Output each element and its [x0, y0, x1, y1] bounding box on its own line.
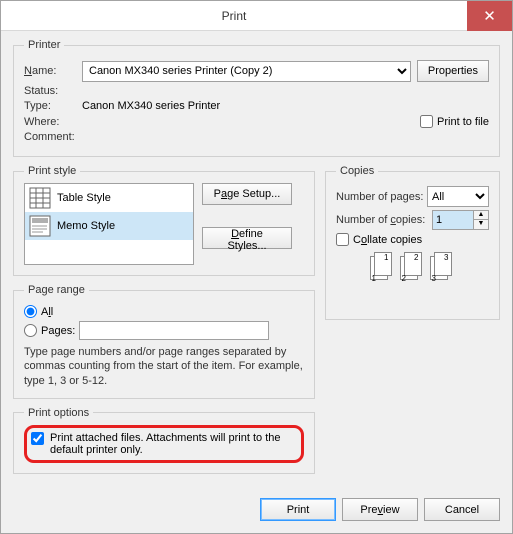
printer-legend: Printer	[24, 39, 64, 51]
type-value: Canon MX340 series Printer	[82, 100, 220, 112]
printer-name-select[interactable]: Canon MX340 series Printer (Copy 2)	[82, 61, 411, 82]
print-to-file-checkbox[interactable]	[420, 115, 433, 128]
page-range-legend: Page range	[24, 284, 89, 296]
titlebar: Print ✕	[1, 1, 512, 31]
print-dialog: Print ✕ Printer NName:ame: Canon MX340 s…	[0, 0, 513, 534]
printer-group: Printer NName:ame: Canon MX340 series Pr…	[13, 39, 500, 157]
where-label: Where:	[24, 116, 82, 128]
print-to-file-check[interactable]: Print to file	[420, 115, 489, 128]
spin-up-icon[interactable]: ▲	[474, 211, 488, 220]
status-label: Status:	[24, 85, 82, 97]
print-style-legend: Print style	[24, 165, 80, 177]
copies-group: Copies Number of pages:Number of pages: …	[325, 165, 500, 320]
num-copies-stepper[interactable]: ▲▼	[432, 210, 489, 230]
num-pages-label: Number of pages:Number of pages:	[336, 191, 427, 203]
print-style-group: Print style Table Style	[13, 165, 315, 276]
style-item-table[interactable]: Table Style	[25, 184, 193, 212]
print-attached-checkbox[interactable]	[31, 432, 44, 445]
name-label: NName:ame:	[24, 65, 82, 77]
num-pages-select[interactable]: All	[427, 186, 489, 207]
collate-preview-icon: 11 22 33	[336, 256, 489, 284]
range-all-radio[interactable]: AllAll	[24, 305, 304, 318]
print-attached-label: Print attached files. Attachments will p…	[50, 432, 297, 456]
style-label: Memo Style	[57, 220, 115, 232]
define-styles-button[interactable]: Define Styles...Define Styles...	[202, 227, 292, 249]
page-range-group: Page range AllAll Pages: Type page numbe…	[13, 284, 315, 399]
highlight-box: Print attached files. Attachments will p…	[24, 425, 304, 463]
window-title: Print	[1, 9, 467, 23]
copies-legend: Copies	[336, 165, 378, 177]
footer-buttons: Print PreviewPreview Cancel	[260, 498, 500, 521]
page-setup-button[interactable]: Page Setup...Page Setup...	[202, 183, 292, 205]
page-range-help: Type page numbers and/or page ranges sep…	[24, 345, 304, 388]
print-options-legend: Print options	[24, 407, 93, 419]
spin-down-icon[interactable]: ▼	[474, 220, 488, 229]
close-icon[interactable]: ✕	[467, 1, 512, 31]
memo-style-icon	[29, 215, 51, 237]
print-button[interactable]: Print	[260, 498, 336, 521]
cancel-button[interactable]: Cancel	[424, 498, 500, 521]
style-label: Table Style	[57, 192, 111, 204]
properties-button[interactable]: Properties	[417, 60, 489, 82]
print-options-group: Print options Print attached files. Atta…	[13, 407, 315, 474]
range-pages-radio[interactable]: Pages:	[24, 321, 304, 340]
type-label: Type:	[24, 100, 82, 112]
comment-label: Comment:	[24, 131, 82, 143]
pages-input[interactable]	[79, 321, 269, 340]
style-list[interactable]: Table Style Memo Style	[24, 183, 194, 265]
style-item-memo[interactable]: Memo Style	[25, 212, 193, 240]
num-copies-label: Number of copies:Number of copies:	[336, 214, 432, 226]
num-copies-input[interactable]	[433, 211, 473, 229]
table-style-icon	[29, 187, 51, 209]
preview-button[interactable]: PreviewPreview	[342, 498, 418, 521]
collate-check[interactable]: Collate copiesCollate copies	[336, 233, 489, 246]
